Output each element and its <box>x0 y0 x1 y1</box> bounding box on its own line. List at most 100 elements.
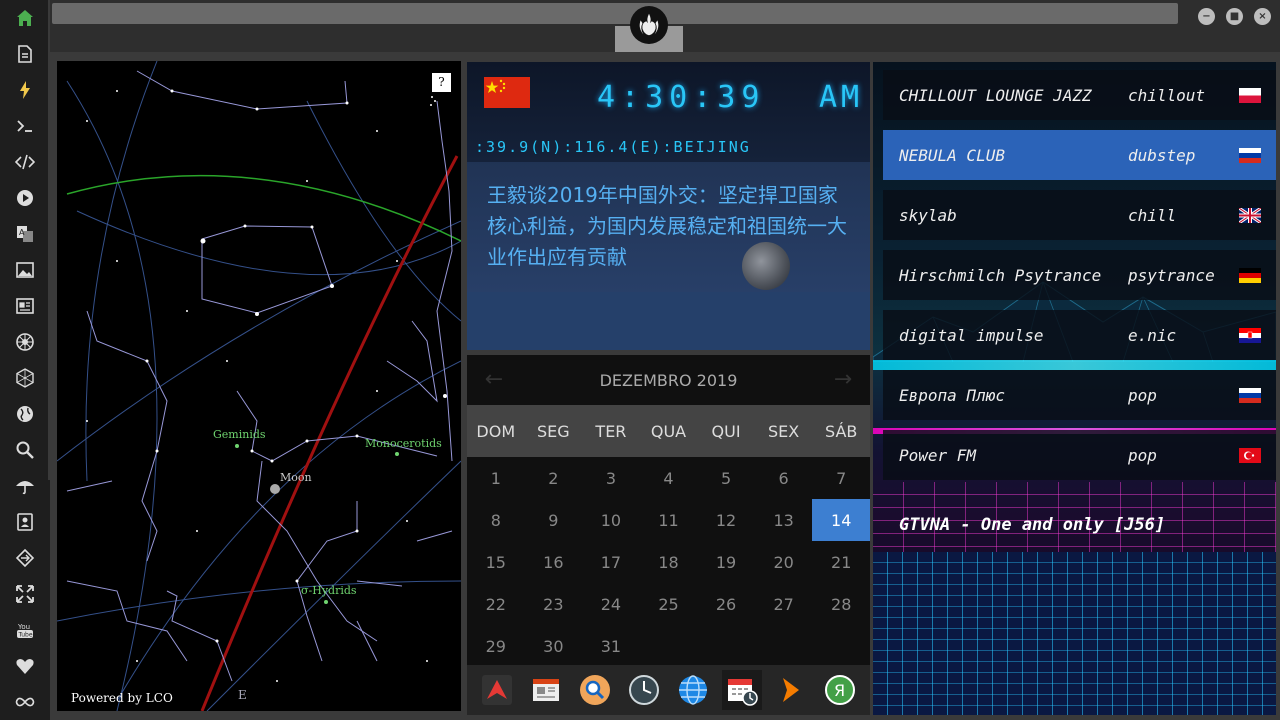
next-month-button[interactable]: → <box>830 367 856 393</box>
lightning-icon[interactable] <box>0 72 50 108</box>
station-item[interactable]: digital impulse e.nic <box>883 310 1276 360</box>
translate-icon[interactable]: A <box>0 216 50 252</box>
prev-month-button[interactable]: ← <box>481 367 507 393</box>
hexagon-icon[interactable] <box>0 360 50 396</box>
calendar-day-today[interactable]: 14 <box>812 499 870 541</box>
newspaper-icon[interactable] <box>0 288 50 324</box>
forward-icon[interactable] <box>771 670 811 710</box>
horizon-glow-cyan <box>873 360 1276 370</box>
calendar-day[interactable]: 16 <box>525 541 583 583</box>
calendar-day[interactable]: 3 <box>582 457 640 499</box>
calendar-day[interactable]: 13 <box>755 499 813 541</box>
clock-ampm: AM <box>819 80 864 115</box>
code-icon[interactable] <box>0 144 50 180</box>
station-name: skylab <box>899 205 957 225</box>
weekday-label: QUI <box>711 421 741 441</box>
document-icon[interactable] <box>0 36 50 72</box>
terminal-icon[interactable] <box>0 108 50 144</box>
sidebar: A You Tube <box>0 0 50 720</box>
calendar-day[interactable]: 25 <box>640 583 698 625</box>
umbrella-icon[interactable] <box>0 468 50 504</box>
close-button[interactable]: × <box>1254 8 1271 25</box>
clock-coordinates: :39.9(N):116.4(E):BEIJING <box>475 138 751 156</box>
calendar-news-icon[interactable] <box>526 670 566 710</box>
svg-text:You: You <box>17 623 30 631</box>
rebel-icon[interactable] <box>0 324 50 360</box>
calendar-day[interactable]: 22 <box>467 583 525 625</box>
yandex-icon[interactable]: Я <box>820 670 860 710</box>
calendar-day[interactable]: 18 <box>640 541 698 583</box>
calendar-day[interactable]: 9 <box>525 499 583 541</box>
calendar-day[interactable]: 24 <box>582 583 640 625</box>
station-name: Hirschmilch Psytrance <box>899 265 1102 285</box>
china-flag <box>484 77 530 108</box>
calendar-day[interactable]: 17 <box>582 541 640 583</box>
calendar-day[interactable]: 27 <box>755 583 813 625</box>
hydrids-label: σ-Hydrids <box>301 584 357 597</box>
moon-marker[interactable] <box>270 484 280 494</box>
station-genre: chill <box>1128 205 1177 225</box>
image-icon[interactable] <box>0 252 50 288</box>
help-button[interactable]: ? <box>432 73 451 92</box>
globe-icon[interactable] <box>673 670 713 710</box>
station-item[interactable]: Power FM pop <box>883 430 1276 480</box>
expand-icon[interactable] <box>0 576 50 612</box>
search-icon[interactable] <box>0 432 50 468</box>
play-icon[interactable] <box>0 180 50 216</box>
station-name: NEBULA CLUB <box>899 145 1005 165</box>
launcher-icon[interactable] <box>477 670 517 710</box>
heart-icon[interactable] <box>0 648 50 684</box>
youtube-icon[interactable]: You Tube <box>0 612 50 648</box>
star-map[interactable]: ? Geminids Monocerotids Moon σ-Hydrids P… <box>57 61 461 711</box>
clock-icon[interactable] <box>624 670 664 710</box>
calendar-day[interactable]: 2 <box>525 457 583 499</box>
globe-icon[interactable] <box>0 396 50 432</box>
calendar-day[interactable]: 6 <box>755 457 813 499</box>
calendar-day[interactable]: 21 <box>812 541 870 583</box>
calendar-icon[interactable] <box>721 670 762 710</box>
calendar-day[interactable]: 11 <box>640 499 698 541</box>
turkey-flag <box>1239 447 1261 463</box>
station-item[interactable]: Европа Плюс pop <box>883 370 1276 420</box>
calendar-day[interactable]: 5 <box>697 457 755 499</box>
station-name: digital impulse <box>899 325 1044 345</box>
svg-text:Tube: Tube <box>18 632 33 639</box>
calendar-day[interactable]: 15 <box>467 541 525 583</box>
calendar-day[interactable]: 29 <box>467 625 525 667</box>
calendar-day[interactable]: 23 <box>525 583 583 625</box>
home-icon[interactable] <box>0 0 50 36</box>
calendar-day[interactable]: 1 <box>467 457 525 499</box>
news-headline[interactable]: 王毅谈2019年中国外交：坚定捍卫国家核心利益，为国内发展稳定和祖国统一大业作出… <box>487 180 857 273</box>
calendar-day[interactable]: 7 <box>812 457 870 499</box>
contact-icon[interactable] <box>0 504 50 540</box>
station-item[interactable]: skylab chill <box>883 190 1276 240</box>
station-item[interactable]: Hirschmilch Psytrance psytrance <box>883 250 1276 300</box>
grid-cyan <box>873 552 1276 715</box>
station-item-active[interactable]: NEBULA CLUB dubstep <box>883 130 1276 180</box>
monocerotids-label: Monocerotids <box>365 437 442 450</box>
calendar-day[interactable]: 12 <box>697 499 755 541</box>
swap-icon[interactable] <box>0 540 50 576</box>
calendar-day[interactable]: 28 <box>812 583 870 625</box>
calendar-day[interactable]: 10 <box>582 499 640 541</box>
calendar-day[interactable]: 26 <box>697 583 755 625</box>
station-item[interactable]: CHILLOUT LOUNGE JAZZ chillout <box>883 70 1276 120</box>
weekday-label: SÁB <box>825 421 858 441</box>
geminids-label: Geminids <box>213 428 266 441</box>
calendar-day[interactable]: 20 <box>755 541 813 583</box>
weekday-label: QUA <box>650 421 687 441</box>
maximize-button[interactable]: ■ <box>1226 8 1243 25</box>
clock-footer <box>467 292 870 350</box>
address-bar[interactable] <box>52 3 1178 24</box>
calendar-day[interactable]: 31 <box>582 625 640 667</box>
russia-flag <box>1239 387 1261 403</box>
minimize-button[interactable]: − <box>1198 8 1215 25</box>
search-icon[interactable] <box>575 670 615 710</box>
station-genre: dubstep <box>1128 145 1196 165</box>
weekday-label: DOM <box>476 421 516 441</box>
calendar-day[interactable]: 4 <box>640 457 698 499</box>
calendar-day[interactable]: 8 <box>467 499 525 541</box>
infinity-icon[interactable] <box>0 684 50 720</box>
calendar-day[interactable]: 19 <box>697 541 755 583</box>
calendar-day[interactable]: 30 <box>525 625 583 667</box>
